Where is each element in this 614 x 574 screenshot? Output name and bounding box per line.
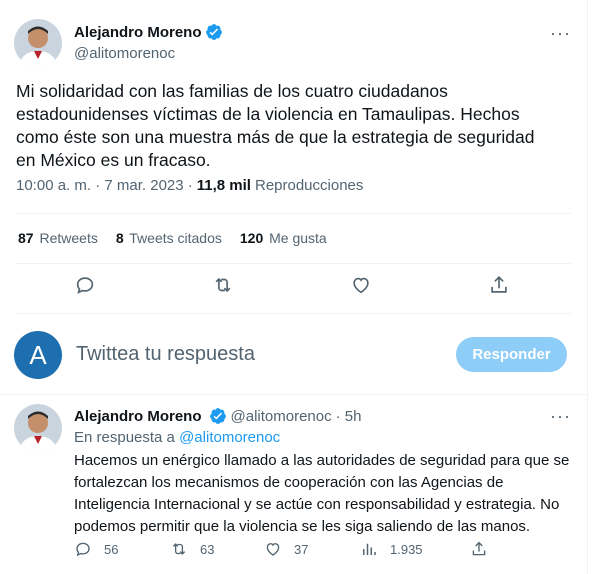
reply-input[interactable]: Twittea tu respuesta (76, 343, 255, 366)
reply-author-avatar[interactable] (14, 404, 62, 452)
like-action[interactable]: 37 (264, 540, 308, 558)
share-action[interactable] (470, 540, 488, 558)
in-reply-to: En respuesta a @alitomorenoc (74, 429, 281, 446)
divider (0, 394, 587, 395)
tweet-detail-panel: Alejandro Moreno @alitomorenoc ··· Mi so… (0, 0, 588, 574)
like-heart-icon[interactable] (350, 274, 374, 298)
reply-age[interactable]: · 5h (336, 408, 362, 425)
reply-icon (76, 542, 90, 557)
author-name[interactable]: Alejandro Moreno (74, 24, 202, 41)
like-count: 37 (294, 541, 309, 557)
likes-stat[interactable]: 120 Me gusta (240, 230, 327, 246)
views-count: 1.935 (390, 541, 423, 557)
divider (16, 213, 571, 214)
divider (16, 263, 571, 264)
retweet-count: 63 (200, 541, 215, 557)
verified-badge-icon (205, 23, 223, 41)
views-count: 11,8 mil (196, 177, 251, 194)
author-name-row: Alejandro Moreno (74, 23, 223, 41)
in-reply-handle-link[interactable]: @alitomorenoc (179, 429, 280, 446)
retweet-icon (172, 543, 186, 555)
verified-badge-icon (209, 407, 227, 425)
like-heart-icon (266, 543, 280, 556)
tweet-actions (0, 274, 588, 304)
reply-author-name[interactable]: Alejandro Moreno (74, 408, 202, 425)
composer-avatar[interactable]: A (14, 331, 62, 379)
views-chart-icon (363, 543, 376, 555)
reply-author-row: Alejandro Moreno @alitomorenoc · 5h (74, 407, 361, 425)
tweet-timestamp[interactable]: 10:00 a. m. · 7 mar. 2023 · (16, 177, 193, 194)
reply-action[interactable]: 56 (74, 540, 118, 558)
more-dots-icon[interactable]: ··· (550, 407, 570, 431)
divider (16, 313, 571, 314)
reply-count: 56 (104, 541, 119, 557)
reply-icon[interactable] (74, 274, 98, 298)
share-icon[interactable] (488, 274, 512, 298)
views-action[interactable]: 1.935 (360, 540, 423, 558)
retweet-icon[interactable] (212, 274, 236, 298)
share-icon (472, 541, 486, 556)
retweet-action[interactable]: 63 (170, 540, 214, 558)
quotes-stat[interactable]: 8 Tweets citados (116, 230, 222, 246)
more-dots-icon[interactable]: ··· (550, 24, 570, 48)
reply-text: Hacemos un enérgico llamado a las autori… (74, 452, 570, 535)
reply-submit-button[interactable]: Responder (456, 337, 567, 372)
tweet-text: Mi solidaridad con las familias de los c… (16, 81, 535, 170)
tweet-stats: 87 Retweets 8 Tweets citados 120 Me gust… (18, 230, 327, 246)
reply-author-handle[interactable]: @alitomorenoc (231, 408, 332, 425)
reply-actions: 56 63 37 1.935 (74, 540, 554, 560)
retweets-stat[interactable]: 87 Retweets (18, 230, 98, 246)
author-avatar[interactable] (14, 19, 62, 67)
views-label: Reproducciones (254, 177, 364, 194)
tweet-meta: 10:00 a. m. · 7 mar. 2023 · 11,8 mil Rep… (16, 177, 363, 194)
author-handle[interactable]: @alitomorenoc (74, 45, 175, 62)
